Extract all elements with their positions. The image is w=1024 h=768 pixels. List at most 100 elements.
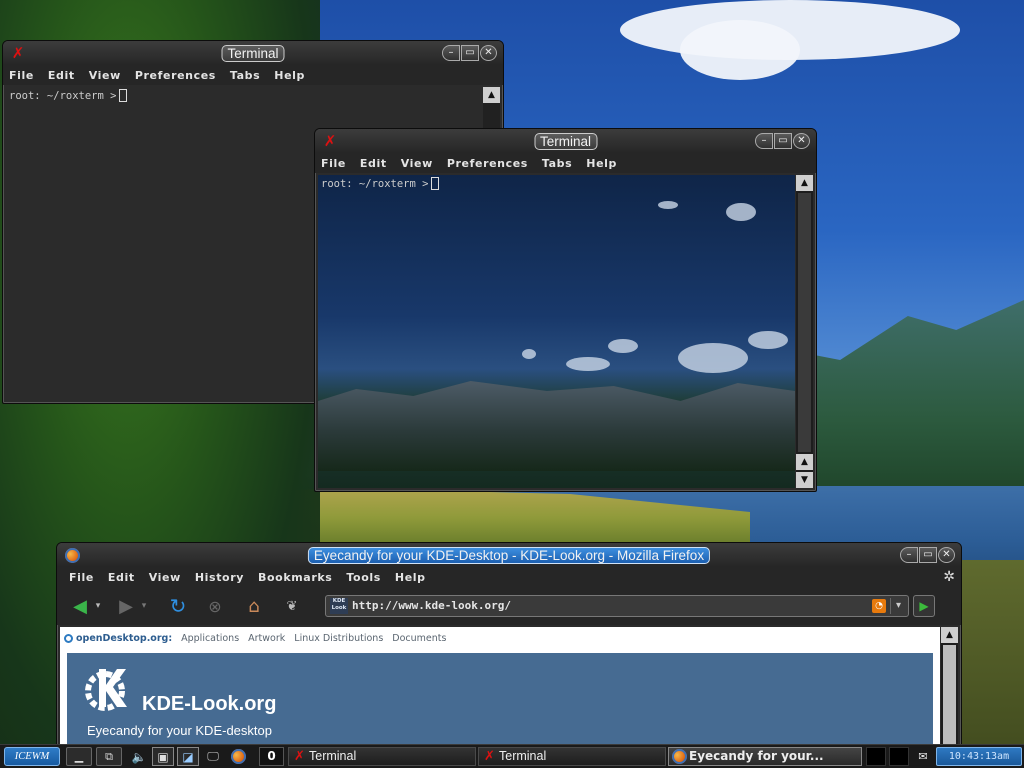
stop-icon[interactable]: ⊗ xyxy=(204,595,226,617)
forward-history-chevron-icon[interactable]: ▾ xyxy=(139,595,149,617)
shell-prompt: root: ~/roxterm > xyxy=(9,90,117,102)
titlebar[interactable]: ✗ Terminal – ▭ ✕ xyxy=(315,129,816,153)
menu-preferences[interactable]: Preferences xyxy=(135,69,216,82)
kde-look-banner[interactable]: KDE-Look.org Eyecandy for your KDE-deskt… xyxy=(67,653,933,753)
menu-file[interactable]: File xyxy=(9,69,34,82)
taskbar-button-terminal-1[interactable]: ✗ Terminal xyxy=(288,747,476,766)
menu-preferences[interactable]: Preferences xyxy=(447,157,528,170)
url-text[interactable]: http://www.kde-look.org/ xyxy=(352,599,511,612)
menu-tools[interactable]: Tools xyxy=(346,571,380,584)
window-title: Terminal xyxy=(533,133,598,150)
banner-tagline: Eyecandy for your KDE-desktop xyxy=(87,723,272,738)
menu-tabs[interactable]: Tabs xyxy=(230,69,260,82)
go-button[interactable]: ▶ xyxy=(913,595,935,617)
nav-link-applications[interactable]: Applications xyxy=(181,633,239,644)
task-label: Terminal xyxy=(309,749,357,763)
firefox-icon[interactable] xyxy=(63,546,81,564)
menu-file[interactable]: File xyxy=(69,571,94,584)
terminal-output[interactable]: root: ~/roxterm > xyxy=(318,175,795,488)
mail-icon[interactable]: ✉ xyxy=(912,747,934,766)
window-title: Terminal xyxy=(221,45,285,62)
opendesktop-link[interactable]: openDesktop.org: xyxy=(64,633,172,644)
nav-link-documents[interactable]: Documents xyxy=(392,633,446,644)
menubar: File Edit View History Bookmarks Tools H… xyxy=(57,567,961,587)
firefox-launcher-icon[interactable] xyxy=(227,747,249,766)
reload-icon[interactable]: ↻ xyxy=(167,594,189,618)
opendesktop-nav: openDesktop.org: Applications Artwork Li… xyxy=(60,627,940,649)
menu-help[interactable]: Help xyxy=(586,157,617,170)
menubar: File Edit View Preferences Tabs Help xyxy=(315,153,816,173)
text-cursor xyxy=(431,177,440,190)
opendesktop-logo-icon xyxy=(64,633,73,643)
site-favicon-icon: KDE Look xyxy=(330,598,348,614)
menu-history[interactable]: History xyxy=(195,571,244,584)
menu-help[interactable]: Help xyxy=(395,571,426,584)
titlebar[interactable]: ✗ Terminal – ▭ ✕ xyxy=(3,41,503,65)
minimize-button[interactable]: – xyxy=(442,45,460,61)
menu-help[interactable]: Help xyxy=(274,69,305,82)
menu-tabs[interactable]: Tabs xyxy=(542,157,572,170)
maximize-button[interactable]: ▭ xyxy=(919,547,937,563)
shell-prompt: root: ~/roxterm > xyxy=(321,178,429,190)
kde-gear-logo-icon xyxy=(85,669,127,711)
minimize-button[interactable]: – xyxy=(900,547,918,563)
workspace-indicator[interactable]: 0 xyxy=(259,747,284,766)
system-monitor-icon[interactable]: ◪ xyxy=(177,747,199,766)
roxterm-x-icon[interactable]: ✗ xyxy=(9,44,27,62)
maximize-button[interactable]: ▭ xyxy=(774,133,792,149)
menu-view[interactable]: View xyxy=(401,157,433,170)
bookmark-icon[interactable]: ❦ xyxy=(281,595,303,617)
scroll-trough[interactable] xyxy=(798,193,811,452)
titlebar[interactable]: Eyecandy for your KDE-Desktop - KDE-Look… xyxy=(57,543,961,567)
back-history-chevron-icon[interactable]: ▾ xyxy=(93,595,103,617)
taskbar-button-terminal-2[interactable]: ✗ Terminal xyxy=(478,747,666,766)
clock[interactable]: 10:43:13am xyxy=(936,747,1022,766)
show-desktop-icon[interactable]: ▁ xyxy=(66,747,92,766)
rss-feed-icon[interactable]: ◔ xyxy=(872,599,886,613)
close-button[interactable]: ✕ xyxy=(480,45,497,61)
menu-file[interactable]: File xyxy=(321,157,346,170)
roxterm-x-icon: ✗ xyxy=(294,749,305,764)
menu-view[interactable]: View xyxy=(149,571,181,584)
scroll-down-icon[interactable]: ▼ xyxy=(796,472,813,488)
menubar: File Edit View Preferences Tabs Help xyxy=(3,65,503,85)
scroll-up-icon[interactable]: ▲ xyxy=(483,87,500,103)
menu-bookmarks[interactable]: Bookmarks xyxy=(258,571,332,584)
terminal-launcher-icon[interactable]: ▣ xyxy=(152,747,174,766)
nav-link-linux-distributions[interactable]: Linux Distributions xyxy=(294,633,383,644)
roxterm-x-icon[interactable]: ✗ xyxy=(321,132,339,150)
url-bar[interactable]: KDE Look http://www.kde-look.org/ ◔ ▾ xyxy=(325,595,909,617)
forward-icon[interactable]: ▶ xyxy=(115,595,137,617)
window-list-icon[interactable]: ⧉ xyxy=(96,747,122,766)
navigation-toolbar: ◀ ▾ ▶ ▾ ↻ ⊗ ⌂ ❦ KDE Look http://www.kde-… xyxy=(57,587,961,625)
maximize-button[interactable]: ▭ xyxy=(461,45,479,61)
roxterm-x-icon: ✗ xyxy=(484,749,495,764)
menu-edit[interactable]: Edit xyxy=(108,571,135,584)
text-cursor xyxy=(119,89,128,102)
scroll-up-icon[interactable]: ▲ xyxy=(796,454,813,470)
close-button[interactable]: ✕ xyxy=(938,547,955,563)
terminal-window-2[interactable]: ✗ Terminal – ▭ ✕ File Edit View Preferen… xyxy=(314,128,817,492)
taskbar: ICEWM ▁ ⧉ 🔈 ▣ ◪ 🖵 0 ✗ Terminal ✗ Termina… xyxy=(0,744,1024,768)
firefox-icon xyxy=(672,749,687,764)
scroll-up-icon[interactable]: ▲ xyxy=(796,175,813,191)
computer-icon[interactable]: 🖵 xyxy=(202,747,224,766)
menu-edit[interactable]: Edit xyxy=(360,157,387,170)
minimize-button[interactable]: – xyxy=(755,133,773,149)
back-icon[interactable]: ◀ xyxy=(69,595,91,617)
url-history-dropdown-icon[interactable]: ▾ xyxy=(890,598,906,614)
scroll-up-icon[interactable]: ▲ xyxy=(941,627,958,643)
close-button[interactable]: ✕ xyxy=(793,133,810,149)
firefox-window[interactable]: Eyecandy for your KDE-Desktop - KDE-Look… xyxy=(56,542,962,768)
scrollbar[interactable]: ▲ ▲ ▼ xyxy=(796,175,813,488)
nav-link-artwork[interactable]: Artwork xyxy=(248,633,285,644)
network-monitor xyxy=(889,747,909,766)
transparent-background xyxy=(318,175,795,488)
opendesktop-brand: openDesktop.org: xyxy=(76,632,173,644)
home-icon[interactable]: ⌂ xyxy=(243,595,265,617)
start-menu-button[interactable]: ICEWM xyxy=(4,747,60,766)
menu-view[interactable]: View xyxy=(89,69,121,82)
taskbar-button-firefox[interactable]: Eyecandy for your... xyxy=(668,747,862,766)
volume-icon[interactable]: 🔈 xyxy=(128,747,150,766)
menu-edit[interactable]: Edit xyxy=(48,69,75,82)
